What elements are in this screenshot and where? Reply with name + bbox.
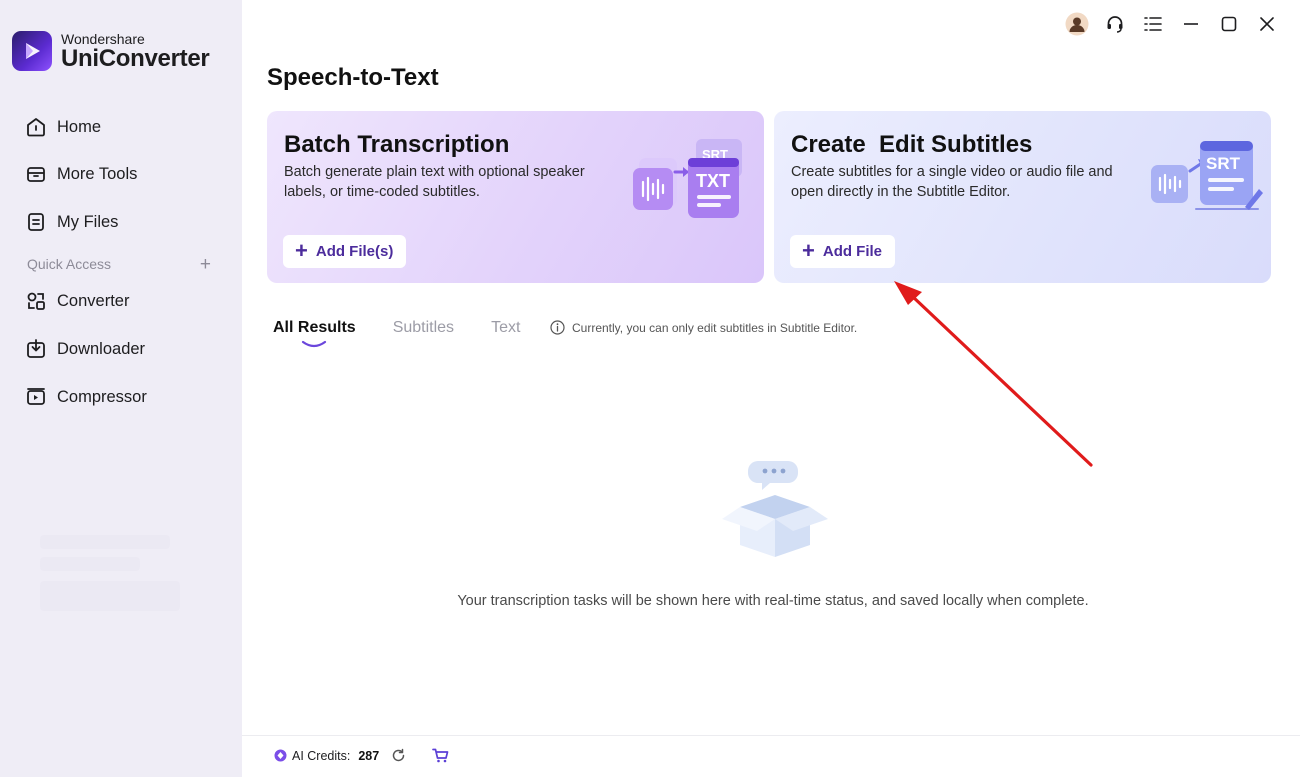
sidebar-item-label: Compressor bbox=[57, 387, 147, 406]
batch-transcription-illustration: SRT TXT bbox=[631, 136, 746, 226]
card-description: Create subtitles for a single video or a… bbox=[791, 164, 1113, 200]
status-bar: AI Credits: 287 bbox=[242, 735, 1300, 777]
plus-icon: + bbox=[295, 237, 308, 263]
quick-access-header: Quick Access + bbox=[27, 255, 211, 274]
minimize-icon[interactable] bbox=[1172, 10, 1210, 38]
sidebar-item-label: Converter bbox=[57, 291, 130, 310]
results-tabs: All Results Subtitles Text bbox=[273, 319, 557, 348]
maximize-icon[interactable] bbox=[1210, 10, 1248, 38]
info-icon bbox=[550, 320, 565, 335]
tab-text[interactable]: Text bbox=[491, 319, 520, 337]
ai-credits-icon bbox=[274, 749, 287, 762]
converter-icon bbox=[24, 289, 48, 313]
tab-subtitles[interactable]: Subtitles bbox=[393, 319, 454, 337]
empty-state-message: Your transcription tasks will be shown h… bbox=[457, 593, 1089, 609]
sidebar-item-home[interactable]: Home bbox=[24, 113, 101, 141]
create-edit-subtitles-card[interactable]: Create Edit Subtitles Create subtitles f… bbox=[774, 111, 1271, 283]
ai-credits-label: AI Credits: bbox=[292, 748, 351, 763]
sidebar-item-my-files[interactable]: My Files bbox=[24, 208, 118, 236]
menu-icon[interactable] bbox=[1134, 10, 1172, 38]
card-title: Create Edit Subtitles bbox=[791, 131, 1033, 158]
card-description: Batch generate plain text with optional … bbox=[284, 164, 585, 200]
file-icon bbox=[24, 210, 48, 234]
tab-all-results[interactable]: All Results bbox=[273, 319, 356, 348]
batch-transcription-card[interactable]: Batch Transcription Batch generate plain… bbox=[267, 111, 764, 283]
active-tab-indicator bbox=[301, 340, 327, 348]
close-icon[interactable] bbox=[1248, 10, 1286, 38]
sidebar: Wondershare UniConverter Home More Tools… bbox=[0, 0, 242, 777]
notice-text: Currently, you can only edit subtitles i… bbox=[572, 320, 858, 335]
subtitle-editor-illustration: SRT bbox=[1148, 137, 1263, 222]
uniconverter-logo-icon bbox=[12, 31, 52, 71]
ai-credits-value: 287 bbox=[358, 748, 380, 763]
txt-illus-label: TXT bbox=[696, 171, 730, 191]
sidebar-item-more-tools[interactable]: More Tools bbox=[24, 160, 137, 188]
window-controls bbox=[1058, 10, 1286, 38]
sidebar-item-label: Downloader bbox=[57, 339, 146, 358]
compressor-icon bbox=[24, 385, 48, 409]
refresh-icon[interactable] bbox=[391, 748, 406, 763]
ai-credits: AI Credits: 287 bbox=[274, 748, 449, 763]
card-title: Batch Transcription bbox=[284, 131, 510, 158]
support-headset-icon[interactable] bbox=[1096, 10, 1134, 38]
quick-access-add-button[interactable]: + bbox=[200, 255, 211, 274]
add-file-button[interactable]: + Add File bbox=[790, 235, 896, 268]
brand[interactable]: Wondershare UniConverter bbox=[12, 31, 210, 72]
plus-icon: + bbox=[802, 237, 815, 263]
add-files-button[interactable]: + Add File(s) bbox=[283, 235, 407, 268]
faded-promo-banner bbox=[40, 535, 190, 735]
sidebar-item-downloader[interactable]: Downloader bbox=[24, 335, 145, 363]
sidebar-item-compressor[interactable]: Compressor bbox=[24, 383, 147, 411]
sidebar-item-label: Home bbox=[57, 117, 102, 136]
sidebar-item-converter[interactable]: Converter bbox=[24, 287, 129, 315]
quick-access-label: Quick Access bbox=[27, 256, 112, 272]
home-icon bbox=[24, 115, 48, 139]
empty-box-illustration bbox=[718, 457, 833, 567]
brand-name: UniConverter bbox=[61, 45, 210, 72]
srt-illus-label: SRT bbox=[1206, 154, 1241, 173]
editor-notice: Currently, you can only edit subtitles i… bbox=[550, 320, 857, 335]
downloader-icon bbox=[24, 337, 48, 361]
page-title: Speech-to-Text bbox=[267, 64, 439, 91]
toolbox-icon bbox=[24, 162, 48, 186]
sidebar-item-label: More Tools bbox=[57, 164, 138, 183]
brand-company: Wondershare bbox=[61, 31, 145, 47]
cart-icon[interactable] bbox=[432, 748, 449, 763]
sidebar-item-label: My Files bbox=[57, 212, 119, 231]
account-avatar[interactable] bbox=[1058, 10, 1096, 38]
